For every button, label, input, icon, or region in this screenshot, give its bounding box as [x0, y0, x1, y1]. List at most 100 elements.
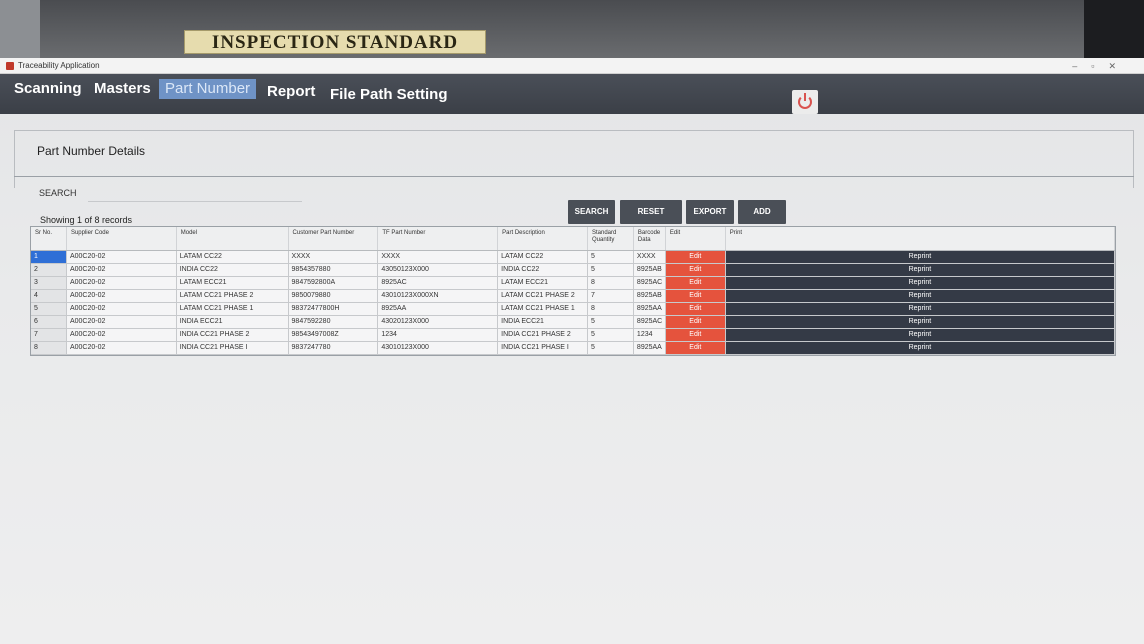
part-description-cell[interactable]: LATAM ECC21 — [498, 277, 588, 289]
model-cell[interactable]: LATAM CC21 PHASE 1 — [177, 303, 289, 315]
part-description-cell[interactable]: LATAM CC22 — [498, 251, 588, 263]
reprint-button[interactable]: Reprint — [725, 251, 1116, 263]
part-description-cell[interactable]: INDIA CC21 PHASE I — [498, 342, 588, 354]
table-row[interactable]: 2 A00C20-02 INDIA CC22 9854357880 43050123X0… — [31, 264, 1116, 277]
barcode-data-cell[interactable]: 8925AA — [634, 342, 666, 354]
reprint-button[interactable]: Reprint — [725, 329, 1116, 341]
standard-quantity-cell[interactable]: 5 — [588, 264, 634, 276]
model-cell[interactable]: INDIA ECC21 — [177, 316, 289, 328]
standard-quantity-cell[interactable]: 8 — [588, 303, 634, 315]
barcode-data-cell[interactable]: 8925AC — [634, 316, 666, 328]
edit-button[interactable]: Edit — [665, 277, 726, 289]
col-header-tf-pn[interactable]: TF Part Number — [378, 227, 499, 250]
sr-cell[interactable]: 8 — [31, 342, 67, 354]
table-row[interactable]: 7 A00C20-02 INDIA CC21 PHASE 2 98543497008Z… — [31, 329, 1116, 342]
tf-part-number-cell[interactable]: 8925AA — [378, 303, 499, 315]
power-button[interactable] — [792, 90, 818, 114]
sr-cell[interactable]: 1 — [31, 251, 67, 263]
customer-part-number-cell[interactable]: 9847592280 — [289, 316, 379, 328]
supplier-code-cell[interactable]: A00C20-02 — [67, 277, 177, 289]
barcode-data-cell[interactable]: 8925AB — [634, 290, 666, 302]
model-cell[interactable]: INDIA CC22 — [177, 264, 289, 276]
reset-search-button[interactable]: RESET SEARCH — [620, 200, 682, 240]
search-input[interactable] — [88, 186, 302, 202]
supplier-code-cell[interactable]: A00C20-02 — [67, 329, 177, 341]
standard-quantity-cell[interactable]: 5 — [588, 251, 634, 263]
table-row[interactable]: 6 A00C20-02 INDIA ECC21 9847592280 43020123X… — [31, 316, 1116, 329]
edit-button[interactable]: Edit — [665, 316, 726, 328]
customer-part-number-cell[interactable]: 98543497008Z — [289, 329, 379, 341]
barcode-data-cell[interactable]: 8925AB — [634, 264, 666, 276]
supplier-code-cell[interactable]: A00C20-02 — [67, 290, 177, 302]
reprint-button[interactable]: Reprint — [725, 342, 1116, 354]
reprint-button[interactable]: Reprint — [725, 264, 1116, 276]
part-description-cell[interactable]: LATAM CC21 PHASE 1 — [498, 303, 588, 315]
col-header-customer-pn[interactable]: Customer Part Number — [289, 227, 379, 250]
tf-part-number-cell[interactable]: 43010123X000 — [378, 342, 499, 354]
standard-quantity-cell[interactable]: 7 — [588, 290, 634, 302]
standard-quantity-cell[interactable]: 5 — [588, 316, 634, 328]
edit-button[interactable]: Edit — [665, 264, 726, 276]
model-cell[interactable]: LATAM CC22 — [177, 251, 289, 263]
part-description-cell[interactable]: INDIA CC21 PHASE 2 — [498, 329, 588, 341]
part-description-cell[interactable]: INDIA CC22 — [498, 264, 588, 276]
supplier-code-cell[interactable]: A00C20-02 — [67, 303, 177, 315]
menu-report[interactable]: Report — [261, 82, 321, 102]
supplier-code-cell[interactable]: A00C20-02 — [67, 264, 177, 276]
barcode-data-cell[interactable]: XXXX — [634, 251, 666, 263]
tf-part-number-cell[interactable]: XXXX — [378, 251, 499, 263]
table-row[interactable]: 5 A00C20-02 LATAM CC21 PHASE 1 98372477800H… — [31, 303, 1116, 316]
sr-cell[interactable]: 4 — [31, 290, 67, 302]
reprint-button[interactable]: Reprint — [725, 290, 1116, 302]
model-cell[interactable]: INDIA CC21 PHASE I — [177, 342, 289, 354]
edit-button[interactable]: Edit — [665, 329, 726, 341]
barcode-data-cell[interactable]: 8925AA — [634, 303, 666, 315]
sr-cell[interactable]: 3 — [31, 277, 67, 289]
supplier-code-cell[interactable]: A00C20-02 — [67, 316, 177, 328]
tf-part-number-cell[interactable]: 43010123X000XN — [378, 290, 499, 302]
tf-part-number-cell[interactable]: 43020123X000 — [378, 316, 499, 328]
standard-quantity-cell[interactable]: 5 — [588, 342, 634, 354]
edit-button[interactable]: Edit — [665, 290, 726, 302]
window-controls[interactable]: –▫✕ — [1072, 58, 1130, 74]
supplier-code-cell[interactable]: A00C20-02 — [67, 342, 177, 354]
model-cell[interactable]: INDIA CC21 PHASE 2 — [177, 329, 289, 341]
edit-button[interactable]: Edit — [665, 303, 726, 315]
customer-part-number-cell[interactable]: 9854357880 — [289, 264, 379, 276]
export-button[interactable]: EXPORT — [686, 200, 734, 224]
standard-quantity-cell[interactable]: 8 — [588, 277, 634, 289]
reprint-button[interactable]: Reprint — [725, 303, 1116, 315]
col-header-supplier[interactable]: Supplier Code — [67, 227, 177, 250]
col-header-description[interactable]: Part Description — [498, 227, 588, 250]
customer-part-number-cell[interactable]: 9847592800A — [289, 277, 379, 289]
search-button[interactable]: SEARCH — [568, 200, 615, 224]
customer-part-number-cell[interactable]: 9850079880 — [289, 290, 379, 302]
standard-quantity-cell[interactable]: 5 — [588, 329, 634, 341]
table-row[interactable]: 1 A00C20-02 LATAM CC22 XXXX XXXX LATAM CC22 5 X… — [31, 251, 1116, 264]
model-cell[interactable]: LATAM ECC21 — [177, 277, 289, 289]
tf-part-number-cell[interactable]: 1234 — [378, 329, 499, 341]
customer-part-number-cell[interactable]: 98372477800H — [289, 303, 379, 315]
barcode-data-cell[interactable]: 8925AC — [634, 277, 666, 289]
menu-scanning[interactable]: Scanning — [8, 79, 88, 99]
add-button[interactable]: ADD — [738, 200, 786, 224]
menu-file-path-setting[interactable]: File Path Setting — [324, 85, 454, 105]
model-cell[interactable]: LATAM CC21 PHASE 2 — [177, 290, 289, 302]
menu-part-number[interactable]: Part Number — [159, 79, 257, 99]
edit-button[interactable]: Edit — [665, 251, 726, 263]
tf-part-number-cell[interactable]: 43050123X000 — [378, 264, 499, 276]
col-header-quantity[interactable]: Standard Quantity — [588, 227, 634, 250]
col-header-barcode[interactable]: Barcode Data — [634, 227, 666, 250]
table-row[interactable]: 4 A00C20-02 LATAM CC21 PHASE 2 9850079880 43… — [31, 290, 1116, 303]
reprint-button[interactable]: Reprint — [725, 316, 1116, 328]
menu-masters[interactable]: Masters — [88, 79, 157, 99]
sr-cell[interactable]: 6 — [31, 316, 67, 328]
part-description-cell[interactable]: INDIA ECC21 — [498, 316, 588, 328]
sr-cell[interactable]: 7 — [31, 329, 67, 341]
supplier-code-cell[interactable]: A00C20-02 — [67, 251, 177, 263]
barcode-data-cell[interactable]: 1234 — [634, 329, 666, 341]
col-header-model[interactable]: Model — [177, 227, 289, 250]
sr-cell[interactable]: 2 — [31, 264, 67, 276]
edit-button[interactable]: Edit — [665, 342, 726, 354]
part-description-cell[interactable]: LATAM CC21 PHASE 2 — [498, 290, 588, 302]
